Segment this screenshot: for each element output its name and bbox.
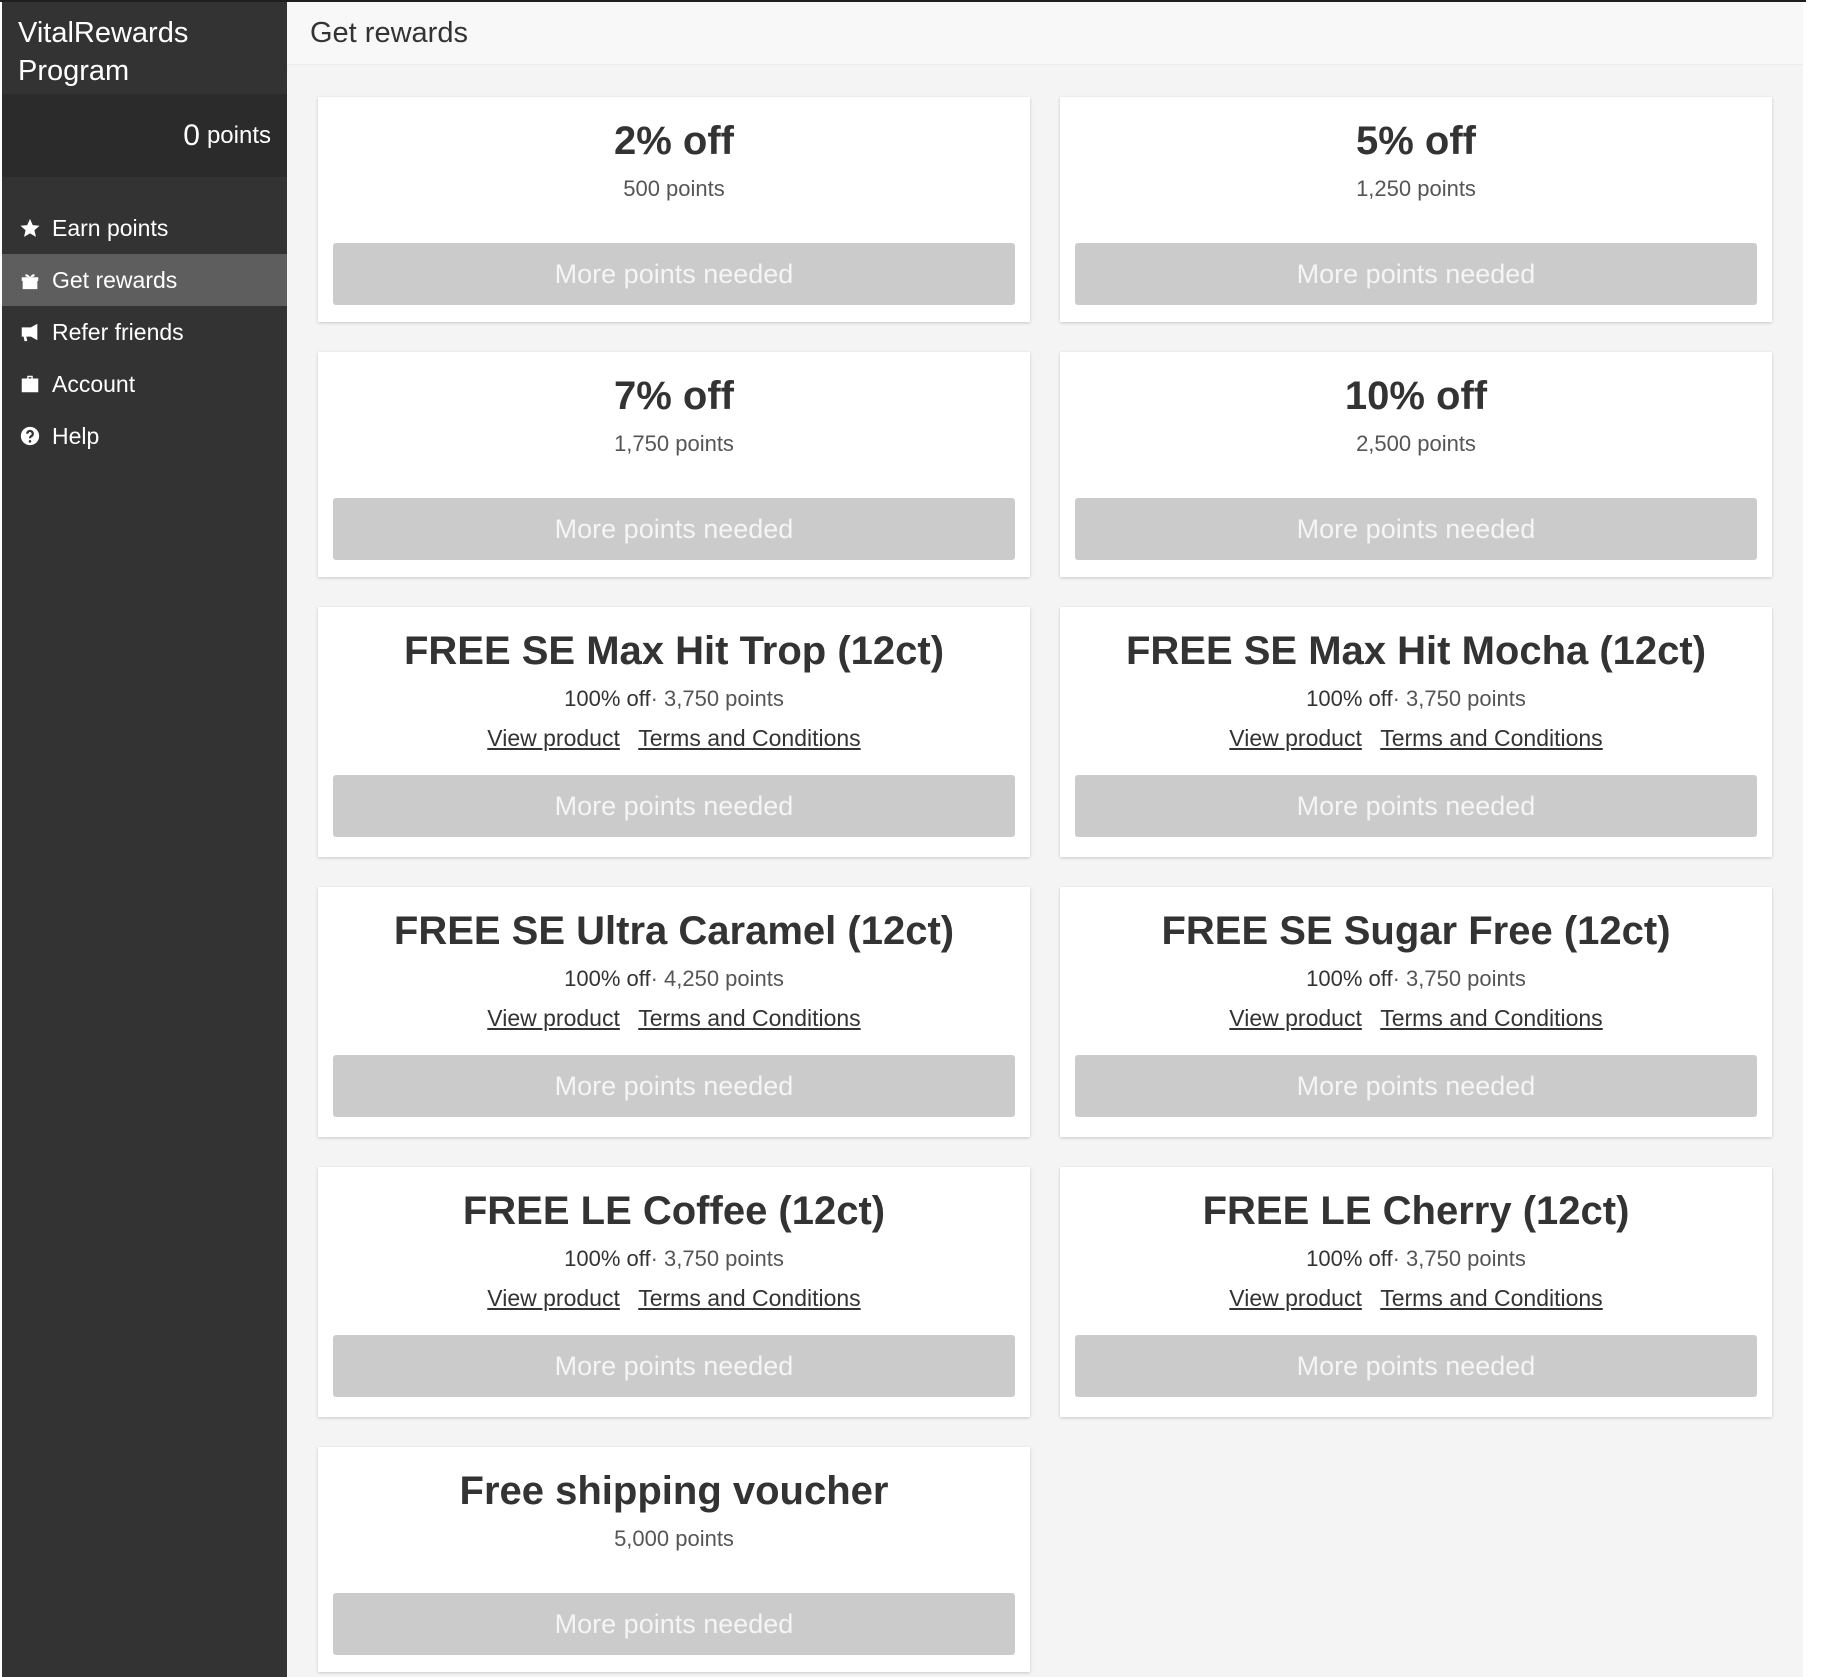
reward-card: 7% off 1,750 points More points needed [318,352,1030,577]
reward-details: 100% off· 3,750 points [333,685,1015,713]
reward-card: FREE SE Max Hit Mocha (12ct) 100% off· 3… [1060,607,1772,857]
reward-points: · 3,750 points [650,1246,784,1271]
reward-title: FREE SE Sugar Free (12ct) [1161,909,1671,953]
redeem-button[interactable]: More points needed [333,1593,1015,1655]
reward-card: FREE SE Sugar Free (12ct) 100% off· 3,75… [1060,887,1772,1137]
reward-discount: 100% off [564,686,651,711]
reward-title: 10% off [1344,374,1488,418]
reward-links: View product Terms and Conditions [1075,1003,1757,1033]
terms-link[interactable]: Terms and Conditions [638,1005,860,1031]
briefcase-icon [18,372,42,396]
page-header: Get rewards [287,2,1803,65]
reward-points: · 3,750 points [1392,966,1526,991]
redeem-button[interactable]: More points needed [333,775,1015,837]
reward-links: View product Terms and Conditions [1075,1283,1757,1313]
main-content: Get rewards 2% off 500 points More point… [287,2,1803,1677]
reward-discount: 100% off [1306,966,1393,991]
reward-details: 100% off· 4,250 points [333,965,1015,993]
brand-title: VitalRewards Program [18,17,189,87]
reward-title: 2% off [614,119,734,163]
view-product-link[interactable]: View product [487,1285,620,1311]
points-label: points [206,121,271,149]
sidebar: VitalRewards Program 0 points Earn point… [2,2,287,1677]
reward-title: FREE LE Cherry (12ct) [1202,1189,1630,1233]
reward-card: 2% off 500 points More points needed [318,97,1030,322]
reward-details: 100% off· 3,750 points [333,1245,1015,1273]
sidebar-nav: Earn points Get rewards Refer friends Ac… [2,202,287,462]
reward-title: FREE LE Coffee (12ct) [462,1189,886,1233]
redeem-button[interactable]: More points needed [333,1055,1015,1117]
question-circle-icon [18,424,42,448]
view-product-link[interactable]: View product [1229,1005,1362,1031]
points-balance: 0 points [2,94,287,177]
reward-details: 100% off· 3,750 points [1075,685,1757,713]
terms-link[interactable]: Terms and Conditions [1380,1005,1602,1031]
view-product-link[interactable]: View product [487,725,620,751]
reward-details: 100% off· 3,750 points [1075,965,1757,993]
reward-title: FREE SE Max Hit Trop (12ct) [403,629,945,673]
terms-link[interactable]: Terms and Conditions [1380,1285,1602,1311]
reward-points: · 4,250 points [650,966,784,991]
reward-title: 7% off [614,374,734,418]
redeem-button[interactable]: More points needed [1075,1055,1757,1117]
megaphone-icon [18,320,42,344]
reward-points: · 3,750 points [1392,1246,1526,1271]
sidebar-item-label: Account [52,370,136,397]
redeem-button[interactable]: More points needed [333,243,1015,305]
reward-details: 100% off· 3,750 points [1075,1245,1757,1273]
star-icon [18,216,42,240]
reward-discount: 100% off [564,1246,651,1271]
reward-title: 5% off [1356,119,1476,163]
sidebar-item-label: Get rewards [52,266,178,293]
sidebar-item-account[interactable]: Account [2,358,287,410]
points-value: 0 [183,118,200,152]
terms-link[interactable]: Terms and Conditions [638,1285,860,1311]
reward-points: 2,500 points [1356,431,1476,456]
reward-points: · 3,750 points [650,686,784,711]
reward-links: View product Terms and Conditions [1075,723,1757,753]
reward-points: 5,000 points [614,1526,734,1551]
reward-links: View product Terms and Conditions [333,723,1015,753]
redeem-button[interactable]: More points needed [1075,243,1757,305]
reward-links: View product Terms and Conditions [333,1283,1015,1313]
reward-card: Free shipping voucher 5,000 points More … [318,1447,1030,1672]
reward-links: View product Terms and Conditions [333,1003,1015,1033]
reward-points: 1,250 points [1356,176,1476,201]
redeem-button[interactable]: More points needed [333,1335,1015,1397]
redeem-button[interactable]: More points needed [1075,1335,1757,1397]
reward-card: FREE SE Ultra Caramel (12ct) 100% off· 4… [318,887,1030,1137]
reward-discount: 100% off [1306,1246,1393,1271]
redeem-button[interactable]: More points needed [1075,498,1757,560]
reward-title: FREE SE Max Hit Mocha (12ct) [1125,629,1707,673]
reward-points: · 3,750 points [1392,686,1526,711]
view-product-link[interactable]: View product [487,1005,620,1031]
reward-card: FREE LE Cherry (12ct) 100% off· 3,750 po… [1060,1167,1772,1417]
redeem-button[interactable]: More points needed [1075,775,1757,837]
reward-title: FREE SE Ultra Caramel (12ct) [393,909,955,953]
reward-card: 10% off 2,500 points More points needed [1060,352,1772,577]
reward-discount: 100% off [564,966,651,991]
sidebar-item-help[interactable]: Help [2,410,287,462]
rewards-grid: 2% off 500 points More points needed 5% … [318,97,1772,1672]
sidebar-item-earn-points[interactable]: Earn points [2,202,287,254]
sidebar-item-get-rewards[interactable]: Get rewards [2,254,287,306]
sidebar-item-label: Help [52,422,100,449]
sidebar-item-label: Earn points [52,214,169,241]
gift-icon [18,268,42,292]
redeem-button[interactable]: More points needed [333,498,1015,560]
reward-card: 5% off 1,250 points More points needed [1060,97,1772,322]
reward-card: FREE SE Max Hit Trop (12ct) 100% off· 3,… [318,607,1030,857]
terms-link[interactable]: Terms and Conditions [638,725,860,751]
sidebar-item-refer-friends[interactable]: Refer friends [2,306,287,358]
reward-title: Free shipping voucher [459,1469,889,1513]
page-title: Get rewards [310,16,468,49]
view-product-link[interactable]: View product [1229,725,1362,751]
terms-link[interactable]: Terms and Conditions [1380,725,1602,751]
reward-card: FREE LE Coffee (12ct) 100% off· 3,750 po… [318,1167,1030,1417]
view-product-link[interactable]: View product [1229,1285,1362,1311]
reward-points: 500 points [623,176,725,201]
sidebar-item-label: Refer friends [52,318,184,345]
reward-points: 1,750 points [614,431,734,456]
reward-discount: 100% off [1306,686,1393,711]
